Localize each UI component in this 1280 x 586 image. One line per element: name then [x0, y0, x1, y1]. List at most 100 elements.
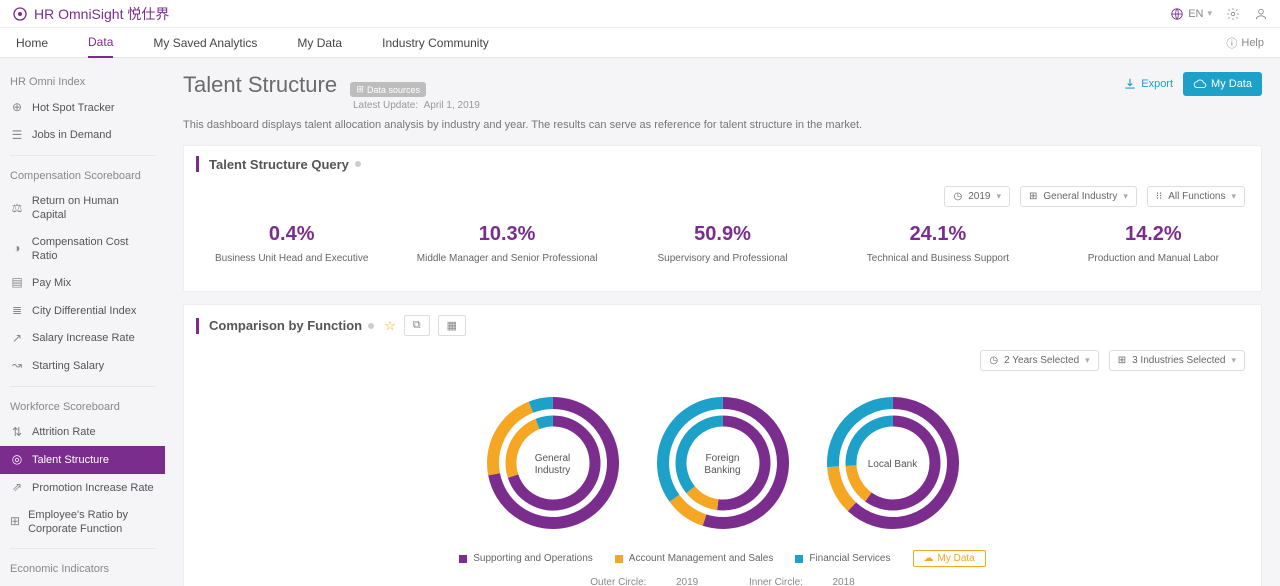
link-icon: ⊞	[356, 84, 364, 95]
donut-icon: ◎	[10, 452, 24, 468]
stat-label: Supervisory and Professional	[615, 252, 830, 265]
stat-label: Production and Manual Labor	[1046, 252, 1261, 265]
comparison-card: Comparison by Function ☆ ⧉ ▦ ◷2 Years Se…	[183, 304, 1262, 586]
sidebar-item-label: Pay Mix	[32, 276, 71, 290]
my-data-button[interactable]: My Data	[1183, 72, 1262, 96]
stat-value: 14.2%	[1046, 223, 1261, 246]
stat-value: 0.4%	[184, 223, 399, 246]
chevron-down-icon: ▾	[1207, 8, 1212, 19]
arrow-up-icon: ⇗	[10, 480, 24, 496]
nav-saved-analytics[interactable]: My Saved Analytics	[153, 29, 257, 57]
data-sources-badge[interactable]: ⊞Data sources	[350, 82, 426, 97]
sidebar-separator	[10, 155, 155, 156]
sidebar-item-label: Jobs in Demand	[32, 128, 112, 142]
wave-icon: ↝	[10, 358, 24, 374]
nav-home[interactable]: Home	[16, 29, 48, 57]
stat-value: 10.3%	[399, 223, 614, 246]
sidebar-item-compensation-cost-ratio[interactable]: ◑Compensation Cost Ratio	[0, 229, 165, 270]
export-button[interactable]: Export	[1123, 77, 1173, 91]
industries-filter[interactable]: ⊞3 Industries Selected▾	[1109, 350, 1245, 371]
sidebar: HR Omni Index ⊕Hot Spot Tracker ☰Jobs in…	[0, 58, 165, 586]
swatch-icon	[459, 555, 467, 563]
donut-chart: General Industry	[483, 393, 623, 536]
sidebar-item-label: Employee's Ratio by Corporate Function	[28, 508, 155, 537]
sidebar-separator	[10, 548, 155, 549]
clock-icon: ◷	[953, 191, 962, 202]
table-view-button[interactable]: ▦	[438, 315, 466, 336]
sidebar-item-salary-increase-rate[interactable]: ↗ Salary Increase Rate	[0, 325, 165, 353]
help-link[interactable]: ⓘ Help	[1226, 35, 1264, 51]
circle-note: Outer Circle: 2019 Inner Circle: 2018	[184, 575, 1261, 586]
nav-my-data[interactable]: My Data	[297, 29, 342, 57]
language-label: EN	[1188, 8, 1203, 20]
stat-label: Business Unit Head and Executive	[184, 252, 399, 265]
sidebar-item-employees-ratio[interactable]: ⊞Employee's Ratio by Corporate Function	[0, 502, 165, 543]
sidebar-item-label: Promotion Increase Rate	[32, 481, 154, 495]
sidebar-group-title: HR Omni Index	[0, 68, 165, 94]
sidebar-group-title: Compensation Scoreboard	[0, 162, 165, 188]
download-icon	[1123, 77, 1137, 91]
sidebar-item-return-on-human-capital[interactable]: ⚖Return on Human Capital	[0, 188, 165, 229]
card-title: Comparison by Function	[209, 318, 362, 333]
clock-icon: ◷	[989, 355, 998, 366]
building-icon: ⊞	[1029, 191, 1037, 202]
topbar: HR OmniSight 悦仕界 EN ▾	[0, 0, 1280, 28]
sidebar-item-pay-mix[interactable]: ▤ Pay Mix	[0, 269, 165, 297]
chevron-down-icon: ▾	[1231, 191, 1236, 202]
status-dot-icon	[355, 161, 361, 167]
star-icon[interactable]: ☆	[384, 318, 396, 334]
gear-icon[interactable]	[1226, 7, 1240, 21]
sidebar-item-label: City Differential Index	[32, 304, 136, 318]
stat-item: 24.1%Technical and Business Support	[830, 223, 1045, 265]
my-data-outline-button[interactable]: ☁My Data	[913, 550, 986, 567]
latest-update: Latest Update: April 1, 2019	[353, 100, 1262, 111]
sidebar-item-hot-spot-tracker[interactable]: ⊕Hot Spot Tracker	[0, 94, 165, 122]
sidebar-item-attrition-rate[interactable]: ⇅Attrition Rate	[0, 419, 165, 447]
stat-value: 24.1%	[830, 223, 1045, 246]
sidebar-separator	[10, 386, 155, 387]
main-content: Talent Structure ⊞Data sources Export My…	[165, 58, 1280, 586]
years-filter[interactable]: ◷2 Years Selected▾	[980, 350, 1098, 371]
brand-name: HR OmniSight 悦仕界	[34, 4, 169, 24]
function-filter[interactable]: ⁝⁝All Functions▾	[1147, 186, 1245, 207]
status-dot-icon	[368, 323, 374, 329]
stats-row: 0.4% Business Unit Head and Executive 10.…	[184, 215, 1261, 291]
sidebar-item-talent-structure[interactable]: ◎Talent Structure	[0, 446, 165, 474]
sidebar-item-starting-salary[interactable]: ↝Starting Salary	[0, 352, 165, 380]
year-filter[interactable]: ◷2019▾	[944, 186, 1010, 207]
accent-bar	[196, 156, 199, 172]
nav-industry-community[interactable]: Industry Community	[382, 29, 489, 57]
query-card: Talent Structure Query ◷2019▾ ⊞General I…	[183, 145, 1262, 292]
nav-data[interactable]: Data	[88, 28, 113, 58]
donut-center-label: Foreign Banking	[693, 453, 753, 477]
legend-item: Account Management and Sales	[615, 553, 774, 564]
cloud-icon: ☁	[924, 553, 934, 564]
cloud-icon	[1193, 77, 1207, 91]
sidebar-item-city-differential-index[interactable]: ≣City Differential Index	[0, 297, 165, 325]
sidebar-item-label: Salary Increase Rate	[32, 331, 135, 345]
sidebar-item-economic-indicators[interactable]: ⚐Economic Indicators	[0, 581, 165, 586]
sidebar-item-jobs-in-demand[interactable]: ☰Jobs in Demand	[0, 122, 165, 150]
scale-icon: ⚖	[10, 201, 24, 217]
donut-center-label: General Industry	[523, 453, 583, 477]
chevron-down-icon: ▾	[996, 191, 1001, 202]
user-icon[interactable]	[1254, 7, 1268, 21]
stat-item: 14.2% Production and Manual Labor	[1046, 223, 1261, 265]
language-selector[interactable]: EN ▾	[1170, 7, 1212, 21]
grid-icon: ▤	[10, 275, 24, 291]
export-label: Export	[1141, 78, 1173, 90]
donut-chart: Local Bank	[823, 393, 963, 536]
my-data-label: My Data	[1211, 78, 1252, 90]
industry-filter[interactable]: ⊞General Industry▾	[1020, 186, 1137, 207]
help-label: Help	[1241, 37, 1264, 49]
legend-item: Supporting and Operations	[459, 553, 593, 564]
sidebar-item-label: Attrition Rate	[32, 425, 96, 439]
building-icon: ⊞	[1118, 355, 1126, 366]
sidebar-item-promotion-increase-rate[interactable]: ⇗ Promotion Increase Rate	[0, 474, 165, 502]
chart-view-button[interactable]: ⧉	[404, 315, 430, 336]
trend-up-icon: ↗	[10, 331, 24, 347]
chevron-down-icon: ▾	[1123, 191, 1128, 202]
page-title: Talent Structure	[183, 72, 337, 97]
page-description: This dashboard displays talent allocatio…	[183, 119, 1262, 131]
card-title: Talent Structure Query	[209, 157, 349, 172]
